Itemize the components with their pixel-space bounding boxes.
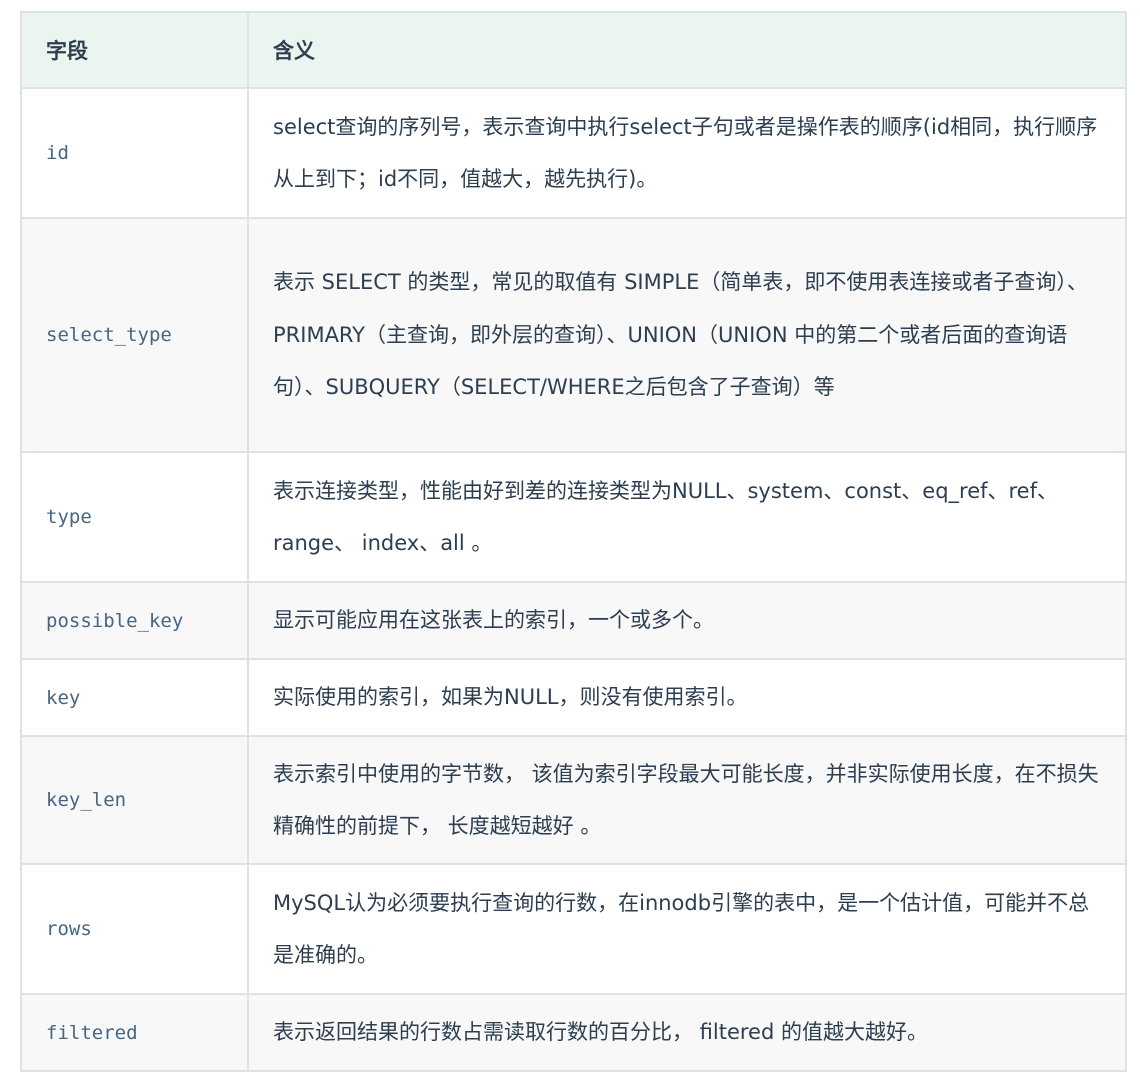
header-field: 字段	[20, 11, 249, 89]
field-cell: rows	[20, 863, 249, 995]
meaning-cell: select查询的序列号，表示查询中执行select子句或者是操作表的顺序(id…	[247, 87, 1127, 219]
meaning-cell: 表示索引中使用的字节数， 该值为索引字段最大可能长度，并非实际使用长度，在不损失…	[247, 735, 1127, 865]
meaning-cell: 实际使用的索引，如果为NULL，则没有使用索引。	[247, 658, 1127, 737]
field-cell: possible_key	[20, 581, 249, 660]
field-cell: filtered	[20, 993, 249, 1072]
table-row: key_len 表示索引中使用的字节数， 该值为索引字段最大可能长度，并非实际使…	[20, 735, 1127, 865]
explain-fields-table-container: 字段 含义 id select查询的序列号，表示查询中执行select子句或者是…	[20, 11, 1127, 1072]
table-row: type 表示连接类型，性能由好到差的连接类型为NULL、system、cons…	[20, 451, 1127, 583]
table-row: id select查询的序列号，表示查询中执行select子句或者是操作表的顺序…	[20, 87, 1127, 219]
field-cell: select_type	[20, 217, 249, 453]
meaning-cell: 表示返回结果的行数占需读取行数的百分比， filtered 的值越大越好。	[247, 993, 1127, 1072]
meaning-cell: 表示连接类型，性能由好到差的连接类型为NULL、system、const、eq_…	[247, 451, 1127, 583]
meaning-cell: 表示 SELECT 的类型，常见的取值有 SIMPLE（简单表，即不使用表连接或…	[247, 217, 1127, 453]
table-row: rows MySQL认为必须要执行查询的行数，在innodb引擎的表中，是一个估…	[20, 863, 1127, 995]
table-row: select_type 表示 SELECT 的类型，常见的取值有 SIMPLE（…	[20, 217, 1127, 453]
table-row: key 实际使用的索引，如果为NULL，则没有使用索引。	[20, 658, 1127, 737]
field-cell: key	[20, 658, 249, 737]
meaning-cell: 显示可能应用在这张表上的索引，一个或多个。	[247, 581, 1127, 660]
explain-fields-table: 字段 含义 id select查询的序列号，表示查询中执行select子句或者是…	[20, 11, 1127, 1072]
meaning-cell: MySQL认为必须要执行查询的行数，在innodb引擎的表中，是一个估计值，可能…	[247, 863, 1127, 995]
field-cell: type	[20, 451, 249, 583]
field-cell: id	[20, 87, 249, 219]
table-row: possible_key 显示可能应用在这张表上的索引，一个或多个。	[20, 581, 1127, 660]
field-cell: key_len	[20, 735, 249, 865]
header-meaning: 含义	[247, 11, 1127, 89]
table-header-row: 字段 含义	[20, 11, 1127, 89]
table-row: filtered 表示返回结果的行数占需读取行数的百分比， filtered 的…	[20, 993, 1127, 1072]
